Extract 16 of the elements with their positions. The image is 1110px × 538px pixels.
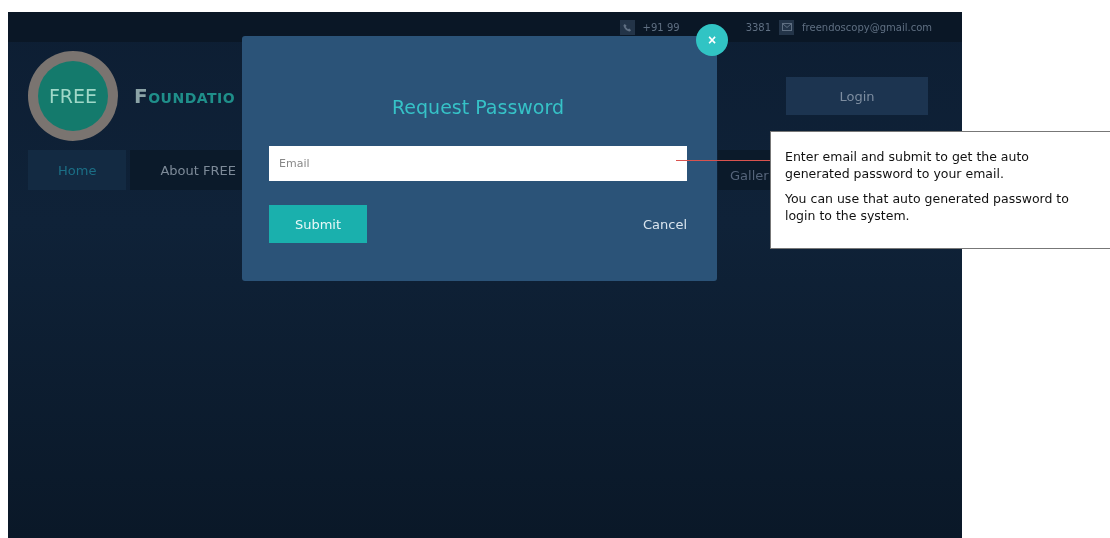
nav-item[interactable]: Home — [28, 150, 127, 190]
nav-item[interactable]: Galler — [718, 150, 770, 190]
email-field[interactable]: Email — [269, 146, 687, 181]
login-button[interactable]: Login — [786, 77, 928, 115]
phone-icon — [619, 19, 635, 35]
submit-button[interactable]: Submit — [269, 205, 367, 243]
email-address: freendoscopy@gmail.com — [802, 21, 932, 33]
modal-title: Request Password — [391, 96, 565, 118]
callout-text: You can use that auto generated password to login to the system. — [785, 190, 1070, 224]
mail-icon — [779, 19, 795, 35]
logo-text: FREE — [48, 85, 98, 107]
cancel-link[interactable]: Cancel — [642, 216, 687, 232]
site-title: F OUNDATIO — [134, 84, 236, 108]
phone-number: 3381 — [745, 21, 772, 33]
phone-number: +91 99 — [642, 21, 680, 33]
callout-text: Enter email and submit to get the auto generated password to your email. — [785, 148, 1030, 182]
